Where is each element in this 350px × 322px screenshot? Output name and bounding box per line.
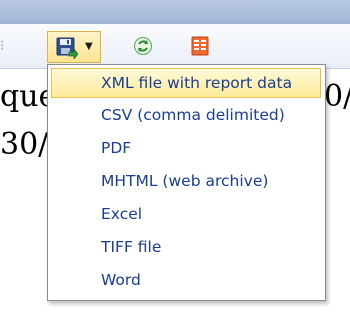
menu-item-csv[interactable]: CSV (comma delimited) (51, 100, 321, 130)
save-disk-icon (56, 37, 79, 63)
document-map-button[interactable] (191, 36, 209, 60)
report-text-fragment-right: 0/ (324, 79, 350, 114)
menu-item-word[interactable]: Word (51, 265, 321, 295)
partial-toolbar-icon[interactable]: ⁝ (0, 38, 4, 54)
menu-item-mhtml[interactable]: MHTML (web archive) (51, 166, 321, 196)
document-icon (191, 36, 209, 56)
refresh-button[interactable] (133, 36, 153, 60)
export-format-menu: XML file with report data CSV (comma del… (47, 64, 326, 301)
window-title-bar (0, 0, 350, 24)
menu-item-excel[interactable]: Excel (51, 199, 321, 229)
menu-item-xml[interactable]: XML file with report data (51, 68, 321, 98)
refresh-icon (134, 37, 152, 55)
menu-item-tiff[interactable]: TIFF file (51, 232, 321, 262)
chevron-down-icon: ▼ (85, 41, 93, 52)
export-dropdown-button[interactable]: ▼ (47, 31, 101, 63)
menu-item-pdf[interactable]: PDF (51, 133, 321, 163)
